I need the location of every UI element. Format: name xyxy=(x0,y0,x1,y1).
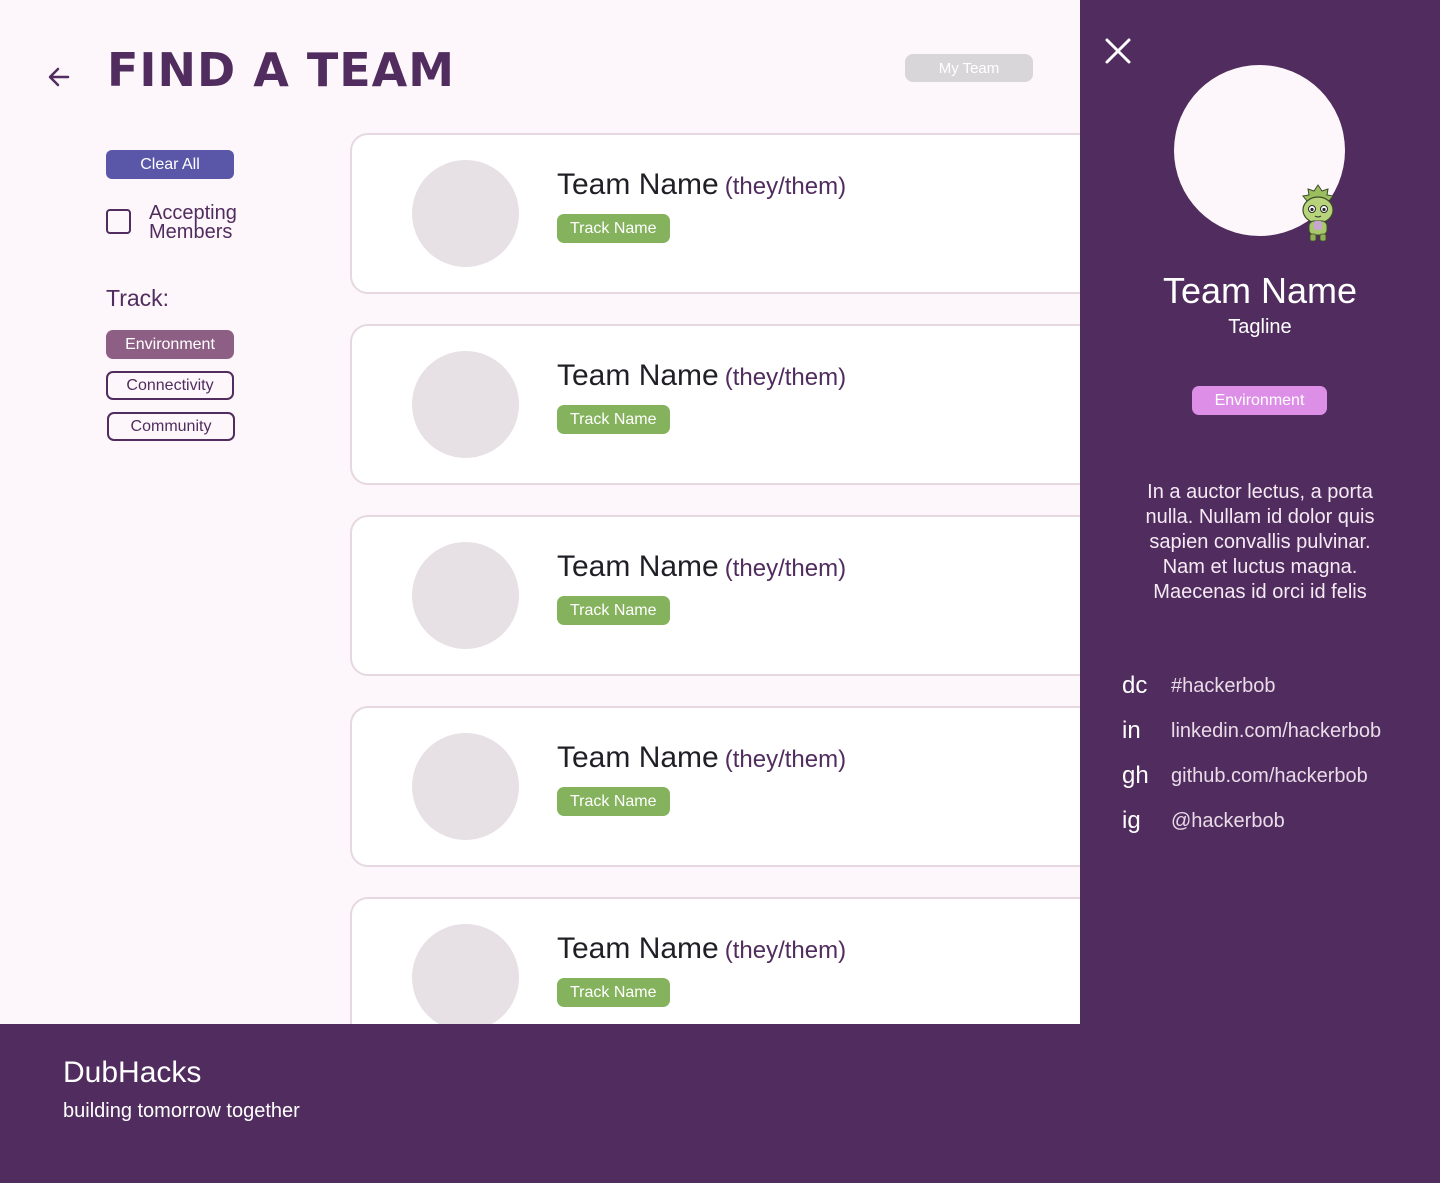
track-chip-environment[interactable]: Environment xyxy=(106,330,234,359)
team-pronouns: (they/them) xyxy=(724,173,847,200)
footer-brand: DubHacks xyxy=(63,1056,202,1089)
social-instagram: ig @hackerbob xyxy=(1122,807,1285,835)
mascot-icon xyxy=(1302,184,1334,242)
team-name-line: Team Name (they/them) xyxy=(557,932,846,966)
github-icon: gh xyxy=(1122,762,1149,789)
linkedin-link[interactable]: linkedin.com/hackerbob xyxy=(1171,720,1381,743)
page-title: FIND A TEAM xyxy=(107,43,456,97)
instagram-handle[interactable]: @hackerbob xyxy=(1171,810,1285,833)
social-linkedin: in linkedin.com/hackerbob xyxy=(1122,717,1381,745)
team-name: Team Name xyxy=(557,550,719,583)
social-github: gh github.com/hackerbob xyxy=(1122,762,1368,790)
team-name-line: Team Name (they/them) xyxy=(557,168,846,202)
github-link[interactable]: github.com/hackerbob xyxy=(1171,765,1368,788)
accepting-members-label: Accepting Members xyxy=(149,202,237,243)
team-card[interactable]: Team Name (they/them) Track Name xyxy=(350,133,1080,294)
track-chip-community[interactable]: Community xyxy=(107,412,235,441)
my-team-button[interactable]: My Team xyxy=(905,54,1033,82)
team-avatar xyxy=(412,351,519,458)
team-avatar xyxy=(412,733,519,840)
team-track-badge: Track Name xyxy=(557,214,670,243)
detail-track-badge: Environment xyxy=(1192,386,1327,415)
team-card[interactable]: Team Name (they/them) Track Name xyxy=(350,515,1080,676)
close-icon xyxy=(1105,38,1131,64)
team-detail-panel: Team Name Tagline Environment In a aucto… xyxy=(1080,0,1440,1183)
team-name-line: Team Name (they/them) xyxy=(557,741,846,775)
find-a-team-page: FIND A TEAM My Team Clear All Accepting … xyxy=(0,0,1440,1183)
back-button[interactable] xyxy=(44,62,74,92)
accepting-members-checkbox[interactable] xyxy=(106,209,131,234)
team-name: Team Name xyxy=(557,168,719,201)
team-avatar xyxy=(412,542,519,649)
team-name: Team Name xyxy=(557,741,719,774)
social-discord: dc #hackerbob xyxy=(1122,672,1276,700)
team-name: Team Name xyxy=(557,932,719,965)
team-pronouns: (they/them) xyxy=(724,746,847,773)
team-list: Team Name (they/them) Track Name Team Nam… xyxy=(350,133,1080,1024)
detail-tagline: Tagline xyxy=(1228,316,1292,338)
team-name-line: Team Name (they/them) xyxy=(557,550,846,584)
team-track-badge: Track Name xyxy=(557,596,670,625)
team-pronouns: (they/them) xyxy=(724,364,847,391)
team-avatar xyxy=(412,160,519,267)
team-card[interactable]: Team Name (they/them) Track Name xyxy=(350,706,1080,867)
team-avatar xyxy=(412,924,519,1024)
clear-all-button[interactable]: Clear All xyxy=(106,150,234,179)
discord-handle[interactable]: #hackerbob xyxy=(1171,675,1276,698)
team-name: Team Name xyxy=(557,359,719,392)
accepting-members-filter[interactable]: Accepting Members xyxy=(106,202,259,243)
team-name-line: Team Name (they/them) xyxy=(557,359,846,393)
team-pronouns: (they/them) xyxy=(724,555,847,582)
linkedin-icon: in xyxy=(1122,717,1141,744)
track-chip-connectivity[interactable]: Connectivity xyxy=(106,371,234,400)
team-track-badge: Track Name xyxy=(557,978,670,1007)
discord-icon: dc xyxy=(1122,672,1148,699)
team-track-badge: Track Name xyxy=(557,787,670,816)
instagram-icon: ig xyxy=(1122,807,1141,834)
footer: DubHacks building tomorrow together xyxy=(0,1024,1080,1183)
team-pronouns: (they/them) xyxy=(724,937,847,964)
detail-team-name: Team Name xyxy=(1162,270,1358,311)
team-card[interactable]: Team Name (they/them) Track Name xyxy=(350,897,1080,1024)
arrow-left-icon xyxy=(48,67,70,87)
detail-description: In a auctor lectus, a porta nulla. Nulla… xyxy=(1145,481,1375,603)
close-panel-button[interactable] xyxy=(1104,37,1132,65)
footer-slogan: building tomorrow together xyxy=(63,1100,300,1122)
team-track-badge: Track Name xyxy=(557,405,670,434)
team-card[interactable]: Team Name (they/them) Track Name xyxy=(350,324,1080,485)
track-filter-heading: Track: xyxy=(106,285,170,311)
